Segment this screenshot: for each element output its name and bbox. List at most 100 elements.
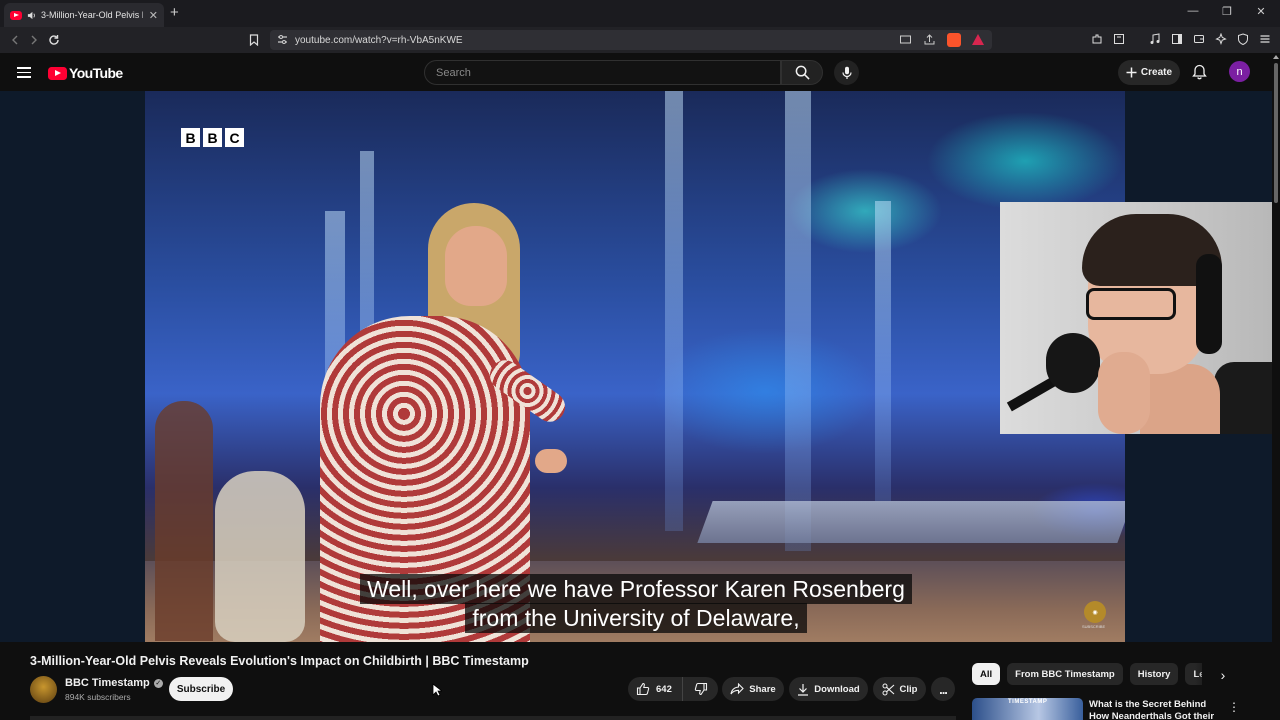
studio-stage	[697, 501, 1125, 543]
channel-name-row[interactable]: BBC Timestamp ✓	[65, 677, 163, 689]
glasses	[1086, 288, 1176, 320]
channel-avatar[interactable]	[30, 676, 57, 703]
chip-all[interactable]: All	[972, 663, 1001, 685]
scissors-icon	[882, 683, 894, 695]
chips-next-arrow-icon[interactable]: ›	[1212, 664, 1234, 686]
thumbs-up-icon	[636, 682, 650, 696]
close-window-icon[interactable]: ✕	[1254, 4, 1268, 18]
subscribe-button[interactable]: Subscribe	[169, 677, 233, 701]
youtube-favicon-icon	[10, 10, 22, 20]
presenter-face	[445, 226, 507, 306]
back-icon[interactable]	[6, 31, 24, 49]
audio-playing-icon[interactable]	[27, 11, 36, 20]
recommended-video-title[interactable]: What is the Secret Behind How Neandertha…	[1089, 699, 1224, 720]
sidebar-panel-icon[interactable]	[1112, 32, 1126, 46]
youtube-logo-text: YouTube	[69, 65, 123, 81]
browser-tab-bar: 3-Million-Year-Old Pelvis Reve ✕ + — ❐ ✕	[0, 0, 1280, 27]
browser-tab[interactable]: 3-Million-Year-Old Pelvis Reve ✕	[4, 3, 164, 27]
presenter-hand	[535, 449, 567, 473]
video-player[interactable]: B B C ◉ SUBSCRIBE Well, over here we hav…	[0, 91, 1272, 642]
related-filter-chips: All From BBC Timestamp History Learn	[972, 663, 1202, 687]
sidebar-icon[interactable]	[1170, 32, 1184, 46]
minimize-icon[interactable]: —	[1186, 4, 1200, 18]
share-arrow-icon	[730, 683, 745, 695]
bookmark-icon[interactable]	[245, 31, 263, 49]
subscriber-count: 894K subscribers	[65, 692, 131, 702]
thumbs-down-icon	[694, 682, 707, 696]
brave-rewards-icon[interactable]	[972, 34, 984, 45]
tab-title: 3-Million-Year-Old Pelvis Reve	[41, 10, 143, 20]
share-label: Share	[749, 683, 776, 695]
streamer-webcam-overlay	[1000, 202, 1272, 434]
caption-line-1-row: Well, over here we have Professor Karen …	[0, 574, 1272, 604]
create-button[interactable]: Create	[1118, 60, 1180, 85]
clip-button[interactable]: Clip	[873, 677, 926, 701]
video-frame[interactable]: B B C	[145, 91, 1125, 642]
headphones	[1196, 254, 1222, 354]
account-avatar[interactable]: n	[1229, 61, 1250, 82]
description-box-edge	[30, 716, 956, 720]
youtube-logo-icon	[48, 66, 67, 80]
thumbnail-text: TIMESTAMP	[1008, 699, 1048, 705]
extensions-icon[interactable]	[1090, 32, 1104, 46]
clip-label: Clip	[899, 683, 918, 695]
cast-icon[interactable]	[899, 33, 912, 47]
vpn-shield-icon[interactable]	[1236, 32, 1250, 46]
youtube-header: YouTube Search Create n	[0, 53, 1272, 91]
download-icon	[798, 683, 809, 696]
search-button[interactable]	[781, 60, 823, 85]
reload-icon[interactable]	[45, 31, 63, 49]
caption-line-2: from the University of Delaware,	[465, 603, 807, 633]
plus-icon	[1126, 67, 1137, 78]
bbc-logo: B B C	[181, 128, 244, 147]
brave-shields-icon[interactable]	[947, 33, 961, 47]
caption-line-1: Well, over here we have Professor Karen …	[360, 574, 912, 604]
recommended-more-icon[interactable]: ⋮	[1228, 700, 1240, 714]
new-tab-icon[interactable]: +	[170, 4, 179, 21]
caption-line-2-row: from the University of Delaware,	[0, 603, 1272, 633]
recommended-video-thumbnail[interactable]: TIMESTAMP	[972, 698, 1083, 720]
like-dislike-group: 642	[628, 677, 718, 701]
like-button[interactable]: 642	[628, 677, 683, 701]
verified-check-icon: ✓	[153, 678, 163, 688]
chip-from-bbc-timestamp[interactable]: From BBC Timestamp	[1007, 663, 1123, 685]
wallet-icon[interactable]	[1192, 32, 1206, 46]
site-settings-icon[interactable]	[277, 34, 288, 45]
page-scrollbar[interactable]	[1272, 53, 1280, 720]
extension-toolbar	[1090, 32, 1272, 46]
window-controls: — ❐ ✕	[1186, 4, 1268, 18]
music-icon[interactable]	[1148, 32, 1162, 46]
search-icon	[795, 65, 810, 80]
share-button[interactable]: Share	[722, 677, 784, 701]
download-label: Download	[814, 683, 860, 695]
microphone-icon	[841, 66, 852, 79]
restore-icon[interactable]: ❐	[1220, 4, 1234, 18]
browser-menu-icon[interactable]	[1258, 32, 1272, 46]
url-text: youtube.com/watch?v=rh-VbA5nKWE	[295, 34, 463, 46]
create-label: Create	[1140, 67, 1173, 78]
channel-name[interactable]: BBC Timestamp	[65, 677, 150, 689]
address-bar-icons	[899, 33, 984, 47]
mouse-cursor-icon	[432, 683, 442, 697]
microphone	[1046, 333, 1100, 393]
search-placeholder: Search	[436, 66, 471, 79]
youtube-logo[interactable]: YouTube	[48, 65, 123, 81]
notifications-bell-icon[interactable]	[1192, 64, 1207, 80]
search-input[interactable]: Search	[424, 60, 781, 85]
dislike-button[interactable]	[683, 682, 718, 696]
guide-menu-icon[interactable]	[17, 67, 31, 78]
leo-ai-icon[interactable]	[1214, 32, 1228, 46]
more-actions-icon: ...	[939, 681, 948, 697]
browser-nav-bar: youtube.com/watch?v=rh-VbA5nKWE	[0, 27, 1280, 53]
forward-icon[interactable]	[25, 31, 43, 49]
address-bar[interactable]: youtube.com/watch?v=rh-VbA5nKWE	[270, 30, 992, 50]
chip-history[interactable]: History	[1129, 663, 1179, 685]
more-actions-button[interactable]: ...	[931, 677, 955, 701]
like-count: 642	[656, 683, 672, 695]
download-button[interactable]: Download	[789, 677, 868, 701]
tab-close-icon[interactable]: ✕	[149, 9, 158, 22]
share-page-icon[interactable]	[923, 33, 936, 47]
video-title: 3-Million-Year-Old Pelvis Reveals Evolut…	[30, 654, 529, 668]
voice-search-button[interactable]	[834, 60, 859, 85]
scroll-up-arrow-icon[interactable]	[1273, 55, 1279, 59]
